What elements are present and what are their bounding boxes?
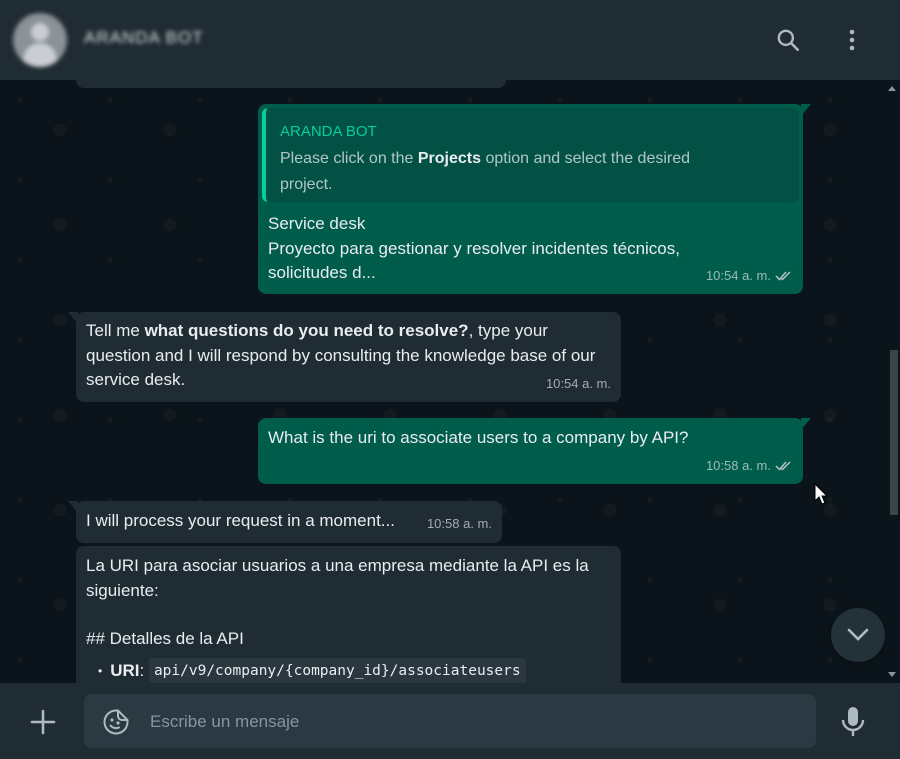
mouse-cursor-icon	[814, 482, 830, 512]
message-line: Service desk	[268, 214, 366, 233]
message-line: Proyecto para gestionar y resolver incid…	[268, 238, 680, 258]
message-outgoing-reply[interactable]: ARANDA BOT Please click on the Projects …	[258, 104, 811, 294]
message-list[interactable]: ARANDA BOT Please click on the Projects …	[0, 80, 900, 683]
scroll-to-bottom-button[interactable]	[831, 608, 885, 662]
message-text: What is the uri to associate users to a …	[268, 428, 689, 447]
message-time: 10:58 a. m.	[426, 515, 492, 531]
message-incoming[interactable]: I will process your request in a moment.…	[68, 501, 502, 543]
message-meta: 10:58 a. m.	[427, 512, 492, 537]
double-check-icon	[775, 271, 791, 281]
scrollbar-thumb[interactable]	[890, 350, 898, 515]
message-text: La URI para asociar usuarios a una empre…	[86, 556, 589, 600]
message-text: Tell me what questions do you need to re…	[86, 321, 596, 389]
quote-author: ARANDA BOT	[280, 123, 377, 140]
message-outgoing[interactable]: What is the uri to associate users to a …	[258, 418, 811, 484]
quoted-message[interactable]: ARANDA BOT Please click on the Projects …	[262, 108, 799, 202]
message-incoming[interactable]: La URI para asociar usuarios a una empre…	[76, 546, 621, 683]
composer-bar	[0, 683, 900, 759]
double-check-icon	[775, 461, 791, 471]
scroll-up-arrow-icon[interactable]	[888, 86, 896, 91]
message-time: 10:54 a. m.	[545, 375, 611, 391]
message-input[interactable]	[148, 694, 792, 750]
previous-message-fragment	[76, 80, 506, 88]
message-text: I will process your request in a moment.…	[86, 511, 395, 530]
contact-name[interactable]: ARANDA BOT	[84, 28, 204, 48]
message-input-box[interactable]	[84, 694, 816, 750]
message-bullet: • URI: api/v9/company/{company_id}/associ…	[98, 658, 526, 683]
chevron-down-icon	[847, 628, 869, 641]
bullet-code: api/v9/company/{company_id}/associateuse…	[148, 658, 526, 683]
sticker-emoji-icon[interactable]	[102, 708, 130, 736]
search-icon[interactable]	[770, 22, 806, 58]
message-heading: ## Detalles de la API	[86, 629, 244, 648]
chat-header: ARANDA BOT	[0, 0, 900, 80]
attach-plus-icon[interactable]	[28, 707, 58, 737]
message-meta: 10:58 a. m.	[706, 454, 793, 479]
microphone-icon[interactable]	[838, 705, 868, 739]
scroll-down-arrow-icon[interactable]	[888, 672, 896, 677]
message-meta: 10:54 a. m.	[706, 264, 793, 289]
message-time: 10:54 a. m.	[705, 267, 771, 283]
quote-text: Please click on the Projects option and …	[280, 150, 691, 193]
message-incoming[interactable]: Tell me what questions do you need to re…	[68, 312, 621, 402]
message-meta: 10:54 a. m.	[546, 372, 611, 397]
contact-avatar[interactable]	[13, 13, 67, 67]
bullet-label: URI	[110, 661, 140, 680]
message-time: 10:58 a. m.	[705, 457, 771, 473]
kebab-menu-icon[interactable]	[834, 22, 870, 58]
